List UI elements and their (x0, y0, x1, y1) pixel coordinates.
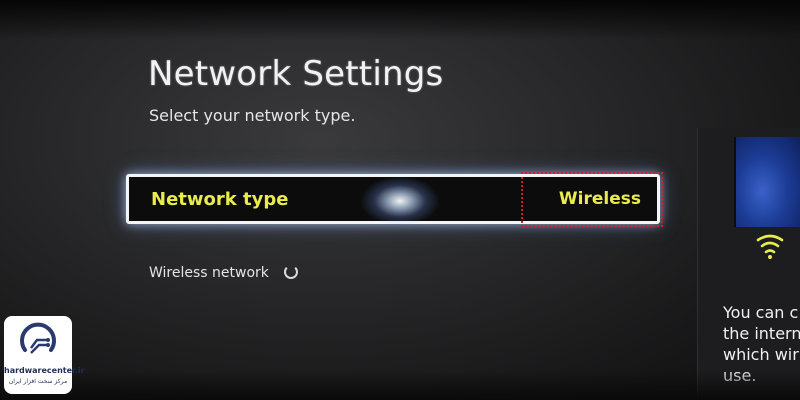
watermark-logo: hardwarecenter.ir مرکز سخت افزار ایران (4, 316, 85, 394)
network-type-value: Wireless (558, 189, 641, 209)
watermark-tagline: مرکز سخت افزار ایران (8, 378, 68, 385)
network-type-row[interactable]: Network type Wireless (126, 174, 660, 224)
loading-spinner-icon (284, 265, 298, 279)
top-bezel-shadow (0, 0, 800, 40)
bottom-bezel-shadow (0, 370, 800, 400)
watermark-site: hardwarecenter.ir (4, 366, 85, 375)
wifi-signal-icon (756, 234, 784, 259)
tv-illustration (734, 137, 800, 227)
wireless-network-item[interactable]: Wireless network (149, 265, 269, 281)
page-subtitle: Select your network type. (149, 106, 356, 125)
page-title: Network Settings (148, 54, 444, 94)
network-type-label: Network type (151, 189, 289, 210)
circuit-logo-icon (20, 322, 56, 354)
